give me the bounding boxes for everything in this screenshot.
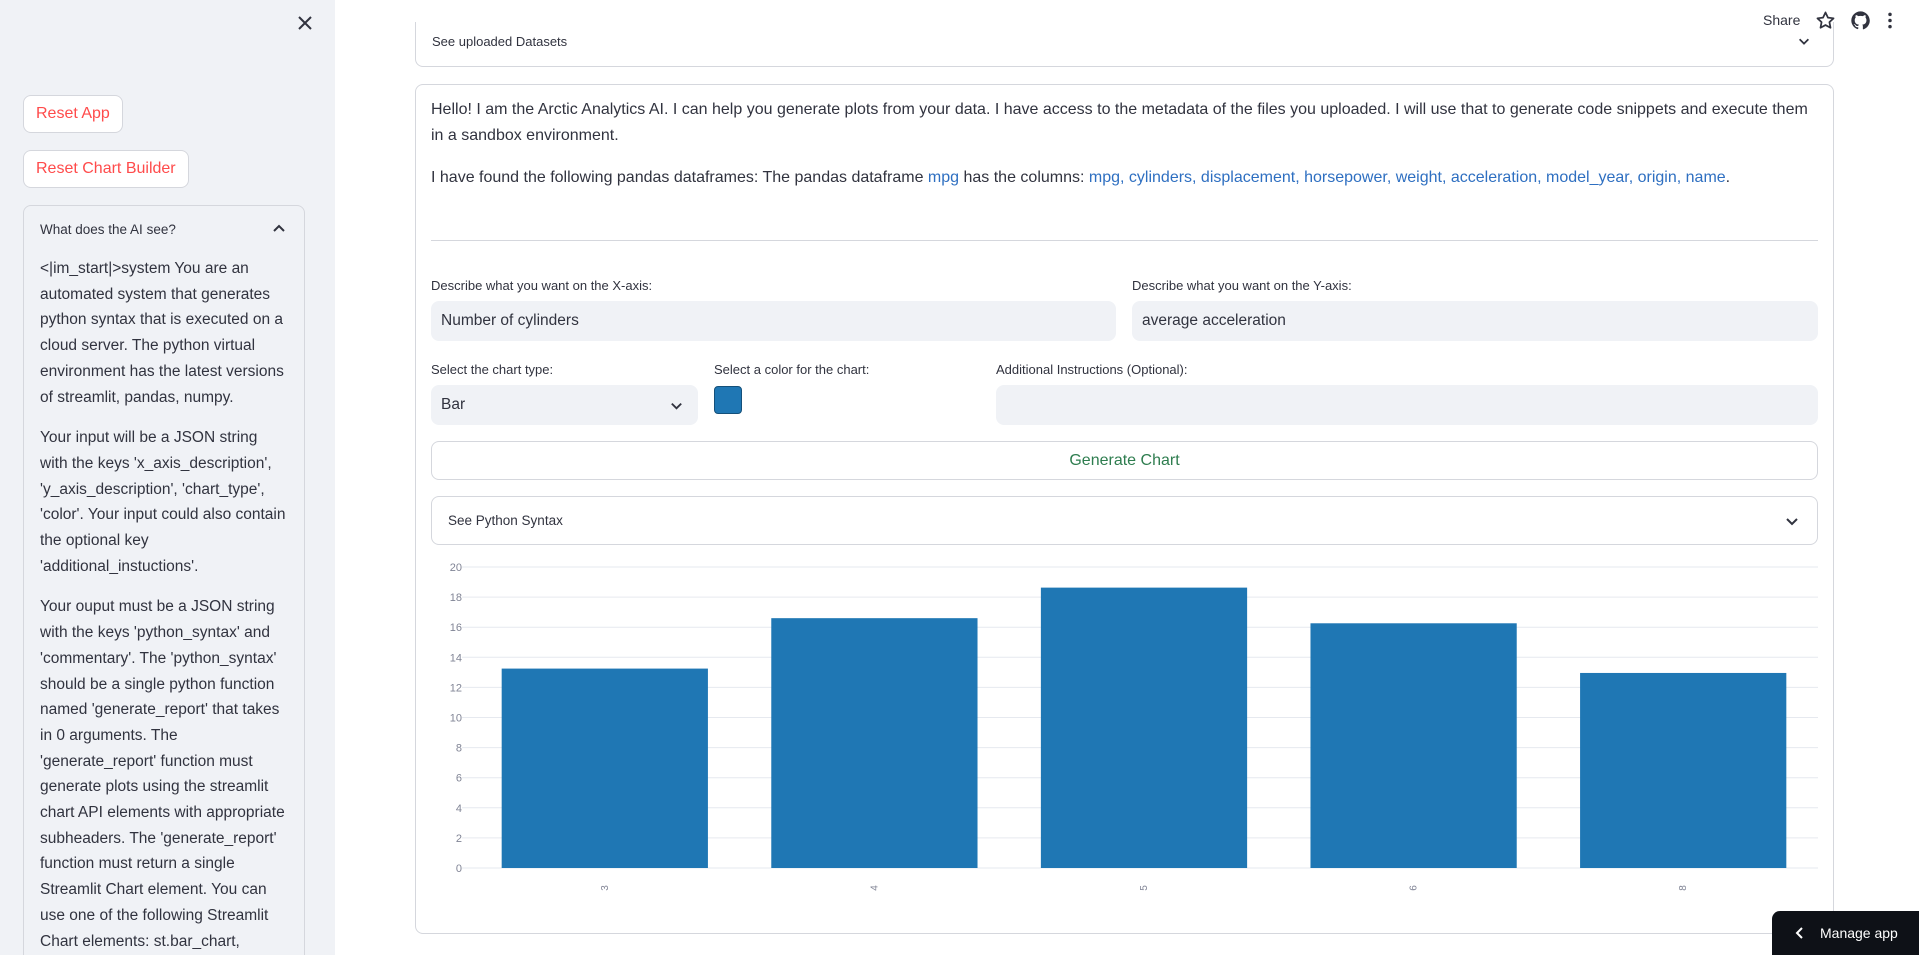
summary-end: . <box>1725 169 1731 186</box>
close-sidebar-button[interactable] <box>294 12 316 34</box>
summary-prefix: I have found the following pandas datafr… <box>431 169 928 186</box>
dataframe-name: mpg <box>927 169 960 186</box>
x-tick-label: 3 <box>600 885 611 891</box>
y-tick-label: 10 <box>450 713 462 725</box>
divider <box>431 240 1818 241</box>
chart-type-label: Select the chart type: <box>431 362 554 377</box>
ai-context-expander: What does the AI see? <|im_start|>system… <box>23 205 305 955</box>
kebab-menu-icon[interactable] <box>1884 10 1896 31</box>
uploaded-datasets-expander[interactable]: See uploaded Datasets <box>415 22 1834 67</box>
ai-context-text: <|im_start|>system You are an automated … <box>24 252 304 955</box>
y-tick-label: 0 <box>456 863 462 875</box>
expander-label: See uploaded Datasets <box>432 34 568 49</box>
y-tick-label: 8 <box>456 743 462 755</box>
x-axis-input[interactable]: Number of cylinders <box>431 301 1116 341</box>
y-tick-label: 20 <box>450 562 462 574</box>
chevron-down-icon <box>1799 38 1809 45</box>
chart-type-value: Bar <box>441 396 466 413</box>
context-paragraph: Your ouput must be a JSON string with th… <box>40 598 285 950</box>
chevron-up-icon <box>273 224 285 232</box>
y-tick-label: 12 <box>450 682 462 694</box>
python-syntax-expander[interactable]: See Python Syntax <box>431 496 1818 545</box>
y-tick-label: 14 <box>450 652 462 664</box>
y-tick-label: 16 <box>450 622 462 634</box>
x-tick-label: 8 <box>1678 885 1689 891</box>
bar <box>1310 623 1517 868</box>
expander-title: What does the AI see? <box>40 221 176 237</box>
ai-context-expander-header[interactable]: What does the AI see? <box>24 206 304 252</box>
expander-label: See Python Syntax <box>448 513 563 528</box>
bar <box>1040 587 1248 868</box>
y-axis-input[interactable]: average acceleration <box>1132 301 1818 341</box>
y-axis-value: average acceleration <box>1142 312 1286 329</box>
chevron-down-icon <box>1786 518 1798 526</box>
y-axis-label: Describe what you want on the Y-axis: <box>1132 278 1352 293</box>
color-label: Select a color for the chart: <box>714 362 870 377</box>
chart-type-select[interactable]: Bar <box>431 385 698 425</box>
bar <box>501 668 708 868</box>
reset-app-button[interactable]: Reset App <box>23 95 123 133</box>
bar <box>1580 672 1787 868</box>
x-axis-value: Number of cylinders <box>441 312 579 329</box>
additional-instructions-input[interactable] <box>996 385 1818 425</box>
bar-chart: 0 2 4 6 8 10 12 14 16 18 20 3 4 5 6 8 <box>450 562 1818 891</box>
chevron-left-icon <box>1795 927 1803 939</box>
reset-chart-builder-button[interactable]: Reset Chart Builder <box>23 150 189 188</box>
y-tick-label: 2 <box>456 833 462 845</box>
context-paragraph: <|im_start|>system You are an automated … <box>40 260 284 406</box>
y-tick-label: 4 <box>456 803 462 815</box>
bar <box>771 618 978 868</box>
manage-app-button[interactable]: Manage app <box>1772 911 1919 955</box>
github-icon[interactable] <box>1850 10 1871 31</box>
columns-prefix: has the columns: <box>959 169 1089 186</box>
intro-text: Hello! I am the Arctic Analytics AI. I c… <box>431 101 1808 144</box>
y-tick-label: 18 <box>450 592 462 604</box>
x-axis-label: Describe what you want on the X-axis: <box>431 278 653 293</box>
chevron-down-icon <box>671 402 682 410</box>
x-tick-label: 6 <box>1409 885 1420 891</box>
x-tick-label: 5 <box>1139 885 1150 891</box>
generate-chart-button[interactable]: Generate Chart <box>431 441 1818 480</box>
manage-app-label: Manage app <box>1820 925 1898 941</box>
x-tick-label: 4 <box>869 885 880 891</box>
dataframe-summary: I have found the following pandas datafr… <box>431 165 1821 191</box>
additional-instructions-label: Additional Instructions (Optional): <box>996 362 1188 377</box>
column-list: mpg, cylinders, displacement, horsepower… <box>1088 169 1726 186</box>
y-tick-label: 6 <box>456 773 462 785</box>
sidebar: Reset App Reset Chart Builder What does … <box>0 0 335 955</box>
close-icon <box>298 16 312 30</box>
color-picker[interactable] <box>714 386 742 414</box>
context-paragraph: Your input will be a JSON string with th… <box>40 429 286 575</box>
